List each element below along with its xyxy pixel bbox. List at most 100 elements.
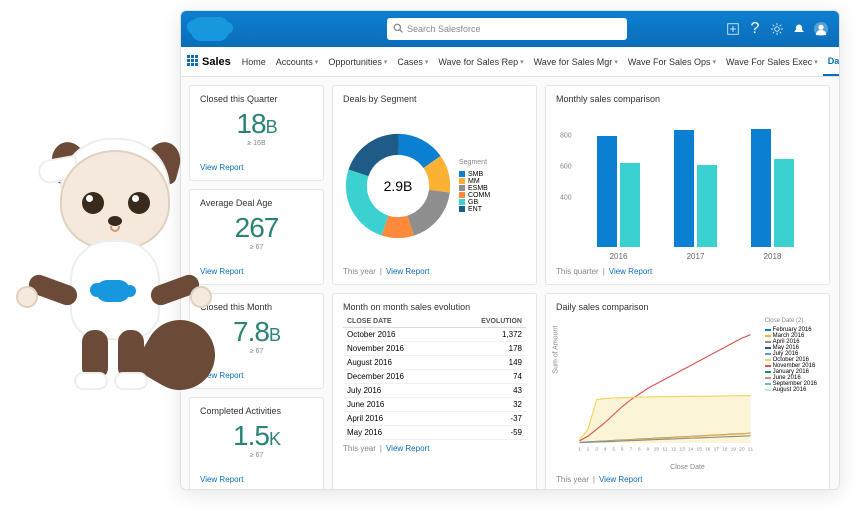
table-row: May 2016-59: [343, 426, 526, 440]
legend-item: ENT: [459, 206, 490, 213]
metric-value: 1.5K: [200, 420, 313, 452]
chevron-down-icon: ▾: [425, 58, 429, 66]
view-report-link[interactable]: View Report: [609, 267, 652, 276]
gear-icon[interactable]: [769, 21, 785, 37]
app-window: Search Salesforce ? Sales HomeAccounts ▾…: [180, 10, 840, 490]
bar-group: 2018: [751, 112, 794, 247]
bell-icon[interactable]: [791, 21, 807, 37]
bar: [674, 130, 694, 247]
table-row: October 20161,372: [343, 328, 526, 342]
x-axis-label: 2017: [687, 252, 705, 261]
mascot-astro: [10, 150, 210, 470]
svg-text:13: 13: [679, 447, 685, 453]
metric-subtext: ≥ 16B: [200, 140, 313, 147]
view-report-link[interactable]: View Report: [200, 163, 313, 172]
topbar-actions: ?: [725, 21, 829, 37]
nav-item-home[interactable]: Home: [237, 47, 271, 76]
card-monthly-comparison: Monthly sales comparison 800 600 400 201…: [545, 85, 830, 285]
x-axis-label: 2016: [610, 252, 628, 261]
table-row: June 201632: [343, 398, 526, 412]
svg-text:18: 18: [722, 447, 728, 453]
view-report-link[interactable]: View Report: [386, 267, 429, 276]
metric-subtext: ≥ 67: [200, 244, 313, 251]
metric-subtext: ≥ 67: [200, 452, 313, 459]
app-launcher-icon[interactable]: [187, 55, 198, 69]
nav-item-cases[interactable]: Cases ▾: [392, 47, 433, 76]
nav-item-wave-for-sales-mgr[interactable]: Wave for Sales Mgr ▾: [529, 47, 623, 76]
card-deals-segment: Deals by Segment 2.9B: [332, 85, 537, 285]
chevron-down-icon: ▾: [520, 58, 524, 66]
add-icon[interactable]: [725, 21, 741, 37]
card-title: Monthly sales comparison: [556, 94, 819, 104]
view-report-link[interactable]: View Report: [200, 267, 313, 276]
table-row: April 2016-37: [343, 412, 526, 426]
avatar-icon[interactable]: [813, 21, 829, 37]
card-daily-comparison: Daily sales comparison Sum of Amount 500…: [545, 293, 830, 490]
nav-bar: Sales HomeAccounts ▾Opportunities ▾Cases…: [181, 47, 839, 77]
card-month-evolution: Month on month sales evolution CLOSE DAT…: [332, 293, 537, 490]
bar: [774, 159, 794, 248]
card-title: Completed Activities: [200, 406, 313, 416]
legend-item: ESMB: [459, 185, 490, 192]
bar-group: 2017: [674, 112, 717, 247]
donut-center: 2.9B: [384, 178, 413, 194]
nav-item-opportunities[interactable]: Opportunities ▾: [323, 47, 392, 76]
legend-item: SMB: [459, 171, 490, 178]
svg-text:6: 6: [621, 447, 624, 453]
evolution-table: CLOSE DATEEVOLUTION October 20161,372Nov…: [343, 316, 526, 440]
bar: [697, 165, 717, 248]
svg-text:17: 17: [714, 447, 720, 453]
chevron-down-icon: ▾: [814, 58, 818, 66]
svg-text:4: 4: [604, 447, 607, 453]
dashboard-content: Closed this Quarter 18B ≥ 16B View Repor…: [181, 77, 839, 489]
search-icon: [393, 23, 403, 35]
svg-text:20: 20: [739, 447, 745, 453]
card-title: Average Deal Age: [200, 198, 313, 208]
line-chart: Sum of Amount 500M 123456789101112131415…: [556, 316, 819, 471]
nav-item-wave-for-sales-exec[interactable]: Wave For Sales Exec ▾: [721, 47, 823, 76]
bar: [597, 136, 617, 247]
view-report-link[interactable]: View Report: [200, 475, 313, 484]
legend-item: August 2016: [765, 387, 817, 393]
svg-text:14: 14: [688, 447, 694, 453]
bar: [751, 129, 771, 248]
view-report-link[interactable]: View Report: [200, 371, 313, 380]
salesforce-logo: [191, 17, 229, 41]
bar-group: 2016: [597, 112, 640, 247]
card-title: Month on month sales evolution: [343, 302, 526, 312]
chevron-down-icon: ▾: [614, 58, 618, 66]
nav-item-dashboards[interactable]: Dashboards ▾: [823, 47, 840, 76]
card-title: Closed this Quarter: [200, 94, 313, 104]
svg-text:21: 21: [748, 447, 754, 453]
chevron-down-icon: ▾: [384, 58, 388, 66]
bar: [620, 163, 640, 247]
app-name: Sales: [202, 56, 231, 68]
nav-item-accounts[interactable]: Accounts ▾: [271, 47, 324, 76]
table-row: November 2016178: [343, 342, 526, 356]
card-title: Closed this Month: [200, 302, 313, 312]
view-report-link[interactable]: View Report: [386, 444, 429, 453]
view-report-link[interactable]: View Report: [599, 475, 642, 484]
chevron-down-icon: ▾: [315, 58, 319, 66]
svg-text:5: 5: [612, 447, 615, 453]
table-row: December 201674: [343, 370, 526, 384]
nav-item-wave-for-sales-rep[interactable]: Wave for Sales Rep ▾: [433, 47, 528, 76]
legend-item: GB: [459, 199, 490, 206]
svg-text:10: 10: [654, 447, 660, 453]
help-icon[interactable]: ?: [747, 21, 763, 37]
search-placeholder: Search Salesforce: [407, 24, 481, 34]
metric-subtext: ≥ 67: [200, 348, 313, 355]
table-row: July 201643: [343, 384, 526, 398]
svg-text:8: 8: [638, 447, 641, 453]
donut-legend: Segment SMBMMESMBCOMMGBENT: [459, 159, 490, 213]
card-title: Daily sales comparison: [556, 302, 819, 312]
line-legend: Close Date (2) February 2016March 2016Ap…: [765, 318, 817, 393]
global-search[interactable]: Search Salesforce: [387, 18, 627, 40]
svg-text:11: 11: [663, 447, 668, 453]
metric-value: 267: [200, 212, 313, 244]
nav-item-wave-for-sales-ops[interactable]: Wave For Sales Ops ▾: [623, 47, 721, 76]
donut-chart: 2.9B: [343, 131, 453, 241]
card-title: Deals by Segment: [343, 94, 526, 104]
chevron-down-icon: ▾: [713, 58, 717, 66]
svg-text:2: 2: [587, 447, 590, 453]
